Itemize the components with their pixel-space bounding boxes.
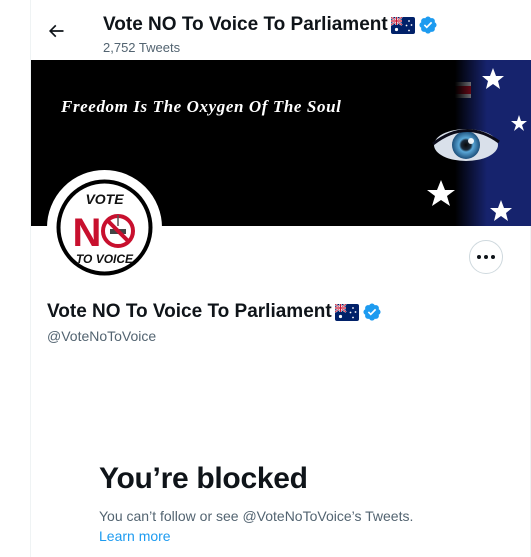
avatar-letter-n: N bbox=[73, 211, 102, 255]
avatar-to-voice-text: TO VOICE bbox=[76, 252, 134, 266]
more-options-button[interactable] bbox=[469, 240, 503, 274]
tweet-count: 2,752 Tweets bbox=[103, 40, 181, 55]
australia-flag-icon bbox=[390, 16, 415, 34]
verified-badge-icon[interactable] bbox=[362, 302, 382, 322]
profile-handle: @VoteNoToVoice bbox=[47, 328, 157, 344]
banner-tagline: Freedom Is The Oxygen Of The Soul bbox=[60, 97, 341, 116]
australia-flag-icon bbox=[334, 303, 359, 321]
blocked-description: You can’t follow or see @VoteNoToVoice’s… bbox=[99, 508, 414, 524]
more-horizontal-icon bbox=[477, 255, 481, 259]
profile-display-name: Vote NO To Voice To Parliament bbox=[47, 301, 332, 322]
profile-column: Vote NO To Voice To Parliament 2,752 Twe… bbox=[31, 0, 531, 557]
back-button[interactable] bbox=[41, 16, 71, 46]
learn-more-link[interactable]: Learn more bbox=[99, 527, 171, 545]
profile-display-name-row: Vote NO To Voice To Parliament bbox=[47, 300, 382, 324]
left-rail bbox=[0, 0, 31, 557]
verified-badge-icon[interactable] bbox=[418, 15, 438, 35]
avatar-vote-text: VOTE bbox=[85, 191, 124, 207]
header-display-name: Vote NO To Voice To Parliament bbox=[103, 14, 388, 35]
header-title: Vote NO To Voice To Parliament bbox=[103, 13, 438, 37]
profile-header-bar: Vote NO To Voice To Parliament 2,752 Twe… bbox=[31, 0, 531, 60]
profile-avatar[interactable]: VOTE N TO VOICE bbox=[47, 170, 162, 285]
arrow-left-icon bbox=[48, 24, 64, 38]
blocked-title: You’re blocked bbox=[99, 462, 308, 495]
